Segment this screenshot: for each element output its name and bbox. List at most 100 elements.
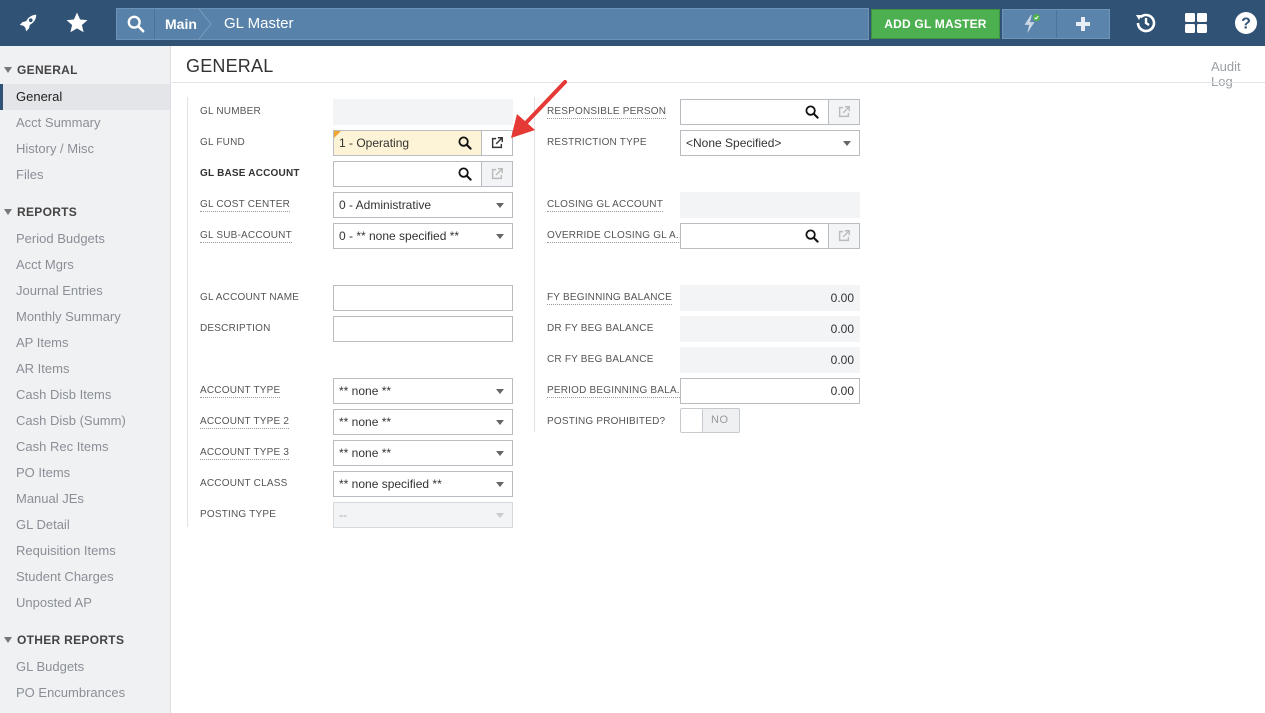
sidebar-item-journal-entries[interactable]: Journal Entries [0,278,170,304]
section-title: OTHER REPORTS [17,633,125,647]
external-link-icon [838,106,850,118]
posting-type-select: -- [333,502,513,528]
posting-type-label: POSTING TYPE [200,509,277,520]
gl-account-name-label: GL ACCOUNT NAME [200,292,300,303]
account-class-value: ** none specified ** [339,477,442,491]
sidebar-item-files[interactable]: Files [0,162,170,188]
divider [534,97,535,432]
required-marker [334,131,341,138]
divider [187,97,188,527]
gl-base-account-field[interactable] [333,161,482,187]
plus-icon [1076,17,1090,31]
sidebar-item-acct-mgrs[interactable]: Acct Mgrs [0,252,170,278]
account-type-3-select[interactable]: ** none ** [333,440,513,466]
account-type-label: ACCOUNT TYPE [200,385,281,398]
sidebar-item-requisition-items[interactable]: Requisition Items [0,538,170,564]
sidebar: GENERAL General Acct Summary History / M… [0,46,171,713]
search-icon[interactable] [798,224,826,248]
sidebar-item-monthly-summary[interactable]: Monthly Summary [0,304,170,330]
chevron-down-icon [496,389,504,394]
top-navigation-bar: Main GL Master ADD GL MASTER ? [0,0,1265,46]
sidebar-item-period-budgets[interactable]: Period Budgets [0,226,170,252]
search-icon[interactable] [451,131,479,155]
open-record-button[interactable] [481,161,513,187]
lightning-icon [1024,13,1040,34]
gl-account-name-input[interactable] [333,285,513,311]
posting-prohibited-toggle[interactable]: NO [680,408,740,433]
sidebar-section-general[interactable]: GENERAL [0,58,170,82]
restriction-type-value: <None Specified> [686,136,782,150]
posting-prohibited-label: POSTING PROHIBITED? [547,416,666,427]
account-type-2-value: ** none ** [339,415,392,429]
breadcrumb-search-bar: Main GL Master [116,8,869,40]
sidebar-item-student-charges[interactable]: Student Charges [0,564,170,590]
restriction-type-select[interactable]: <None Specified> [680,130,860,156]
override-closing-gl-account-field[interactable] [680,223,829,249]
add-button[interactable] [1057,10,1109,38]
add-gl-master-button[interactable]: ADD GL MASTER [871,9,1000,39]
gl-sub-account-select[interactable]: 0 - ** none specified ** [333,223,513,249]
sidebar-item-cash-disb-summ[interactable]: Cash Disb (Summ) [0,408,170,434]
chevron-down-icon [843,141,851,146]
history-icon[interactable] [1121,0,1171,46]
posting-type-value: -- [339,508,347,522]
period-beginning-balance-input[interactable]: 0.00 [680,378,860,404]
action-button-group [1002,9,1110,39]
breadcrumb-main[interactable]: Main [165,9,197,39]
sidebar-item-history-misc[interactable]: History / Misc [0,136,170,162]
account-type-select[interactable]: ** none ** [333,378,513,404]
external-link-icon [491,137,503,149]
sidebar-item-cash-disb-items[interactable]: Cash Disb Items [0,382,170,408]
sidebar-section-other-reports[interactable]: OTHER REPORTS [0,628,170,652]
star-icon[interactable] [52,0,102,46]
rocket-icon[interactable] [3,0,53,46]
sidebar-item-unposted-ap[interactable]: Unposted AP [0,590,170,616]
sidebar-item-ar-items[interactable]: AR Items [0,356,170,382]
gl-fund-field[interactable]: 1 - Operating [333,130,482,156]
account-class-select[interactable]: ** none specified ** [333,471,513,497]
collapse-triangle-icon [4,637,12,643]
account-type-2-select[interactable]: ** none ** [333,409,513,435]
sidebar-item-manual-jes[interactable]: Manual JEs [0,486,170,512]
divider [172,82,1265,83]
breadcrumb-separator [198,9,212,39]
audit-log-link[interactable]: Audit Log [1211,59,1265,89]
sidebar-item-gl-budgets[interactable]: GL Budgets [0,654,170,680]
dr-fy-beg-balance-field: 0.00 [680,316,860,342]
gl-base-account-label: GL BASE ACCOUNT [200,168,300,179]
breadcrumb-current-page: GL Master [224,15,294,32]
search-icon[interactable] [117,9,155,39]
gl-number-label: GL NUMBER [200,106,261,117]
external-link-icon [491,168,503,180]
chevron-down-icon [496,482,504,487]
open-record-button[interactable] [828,99,860,125]
collapse-triangle-icon [4,209,12,215]
account-type-3-label: ACCOUNT TYPE 3 [200,447,290,460]
gl-number-field [333,99,513,125]
sidebar-item-gl-detail[interactable]: GL Detail [0,512,170,538]
gl-cost-center-select[interactable]: 0 - Administrative [333,192,513,218]
sidebar-item-ap-items[interactable]: AP Items [0,330,170,356]
search-icon[interactable] [451,162,479,186]
override-closing-gl-account-label: OVERRIDE CLOSING GL A... [547,230,685,243]
sidebar-section-reports[interactable]: REPORTS [0,200,170,224]
sidebar-item-acct-summary[interactable]: Acct Summary [0,110,170,136]
quick-actions-button[interactable] [1003,10,1057,38]
period-beginning-balance-label: PERIOD BEGINNING BALA... [547,385,686,398]
gl-fund-value: 1 - Operating [339,136,410,150]
description-input[interactable] [333,316,513,342]
help-icon[interactable]: ? [1221,0,1265,46]
dashboard-icon[interactable] [1171,0,1221,46]
sidebar-item-general[interactable]: General [0,84,170,110]
sidebar-item-po-encumbrances[interactable]: PO Encumbrances [0,680,170,706]
description-label: DESCRIPTION [200,323,271,334]
responsible-person-field[interactable] [680,99,829,125]
sidebar-item-cash-rec-items[interactable]: Cash Rec Items [0,434,170,460]
chevron-down-icon [496,513,504,518]
open-record-button[interactable] [828,223,860,249]
dr-fy-beg-balance-label: DR FY BEG BALANCE [547,323,654,334]
closing-gl-account-field [680,192,860,218]
chevron-down-icon [496,203,504,208]
sidebar-item-po-items[interactable]: PO Items [0,460,170,486]
search-icon[interactable] [798,100,826,124]
